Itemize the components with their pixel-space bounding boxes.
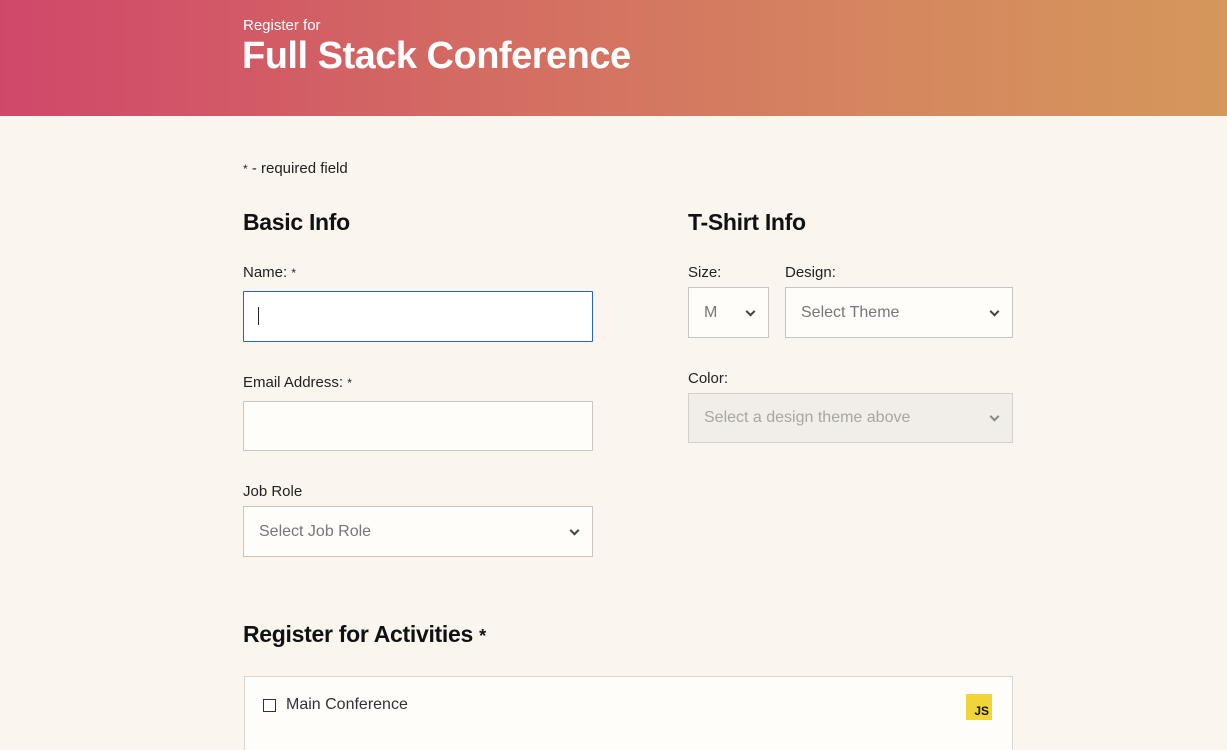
activities-heading-text: Register for Activities xyxy=(243,621,473,647)
js-icon: JS xyxy=(966,694,992,720)
activities-heading: Register for Activities * xyxy=(243,621,486,648)
chevron-down-icon xyxy=(745,306,756,317)
name-label: Name: * xyxy=(243,264,296,281)
basic-info-heading: Basic Info xyxy=(243,209,350,235)
chevron-down-icon xyxy=(989,411,1000,422)
design-label: Design: xyxy=(785,264,836,281)
email-input[interactable] xyxy=(243,401,593,451)
size-label: Size: xyxy=(688,264,722,281)
name-label-text: Name: xyxy=(243,264,288,281)
page-header: Register for Full Stack Conference xyxy=(0,0,1227,116)
design-select[interactable]: Select Theme xyxy=(785,287,1013,338)
text-caret xyxy=(258,307,259,325)
email-required-star: * xyxy=(347,376,352,390)
job-role-select[interactable]: Select Job Role xyxy=(243,506,593,557)
size-select[interactable]: M xyxy=(688,287,769,338)
color-selected: Select a design theme above xyxy=(704,409,911,426)
name-input[interactable] xyxy=(243,291,593,342)
chevron-down-icon xyxy=(569,525,580,536)
color-label: Color: xyxy=(688,370,729,387)
required-field-note: * - required field xyxy=(243,160,348,177)
job-role-label: Job Role xyxy=(243,483,303,500)
activities-list: Main Conference JS xyxy=(244,676,1013,750)
js-icon-text: JS xyxy=(974,704,989,718)
header-subtitle: Register for xyxy=(243,17,321,34)
required-note-text: - required field xyxy=(247,160,348,177)
size-selected: M xyxy=(704,303,718,321)
chevron-down-icon xyxy=(989,306,1000,317)
activity-label: Main Conference xyxy=(286,696,408,713)
job-role-selected: Select Job Role xyxy=(259,522,372,540)
email-label-text: Email Address: xyxy=(243,374,344,391)
color-select: Select a design theme above xyxy=(688,393,1013,443)
main-conference-checkbox[interactable] xyxy=(263,699,276,712)
name-required-star: * xyxy=(291,266,297,280)
activities-required-star: * xyxy=(479,626,486,646)
design-selected: Select Theme xyxy=(801,303,900,321)
page-title: Full Stack Conference xyxy=(242,35,631,77)
tshirt-info-heading: T-Shirt Info xyxy=(688,209,806,235)
email-label: Email Address: * xyxy=(243,374,352,391)
